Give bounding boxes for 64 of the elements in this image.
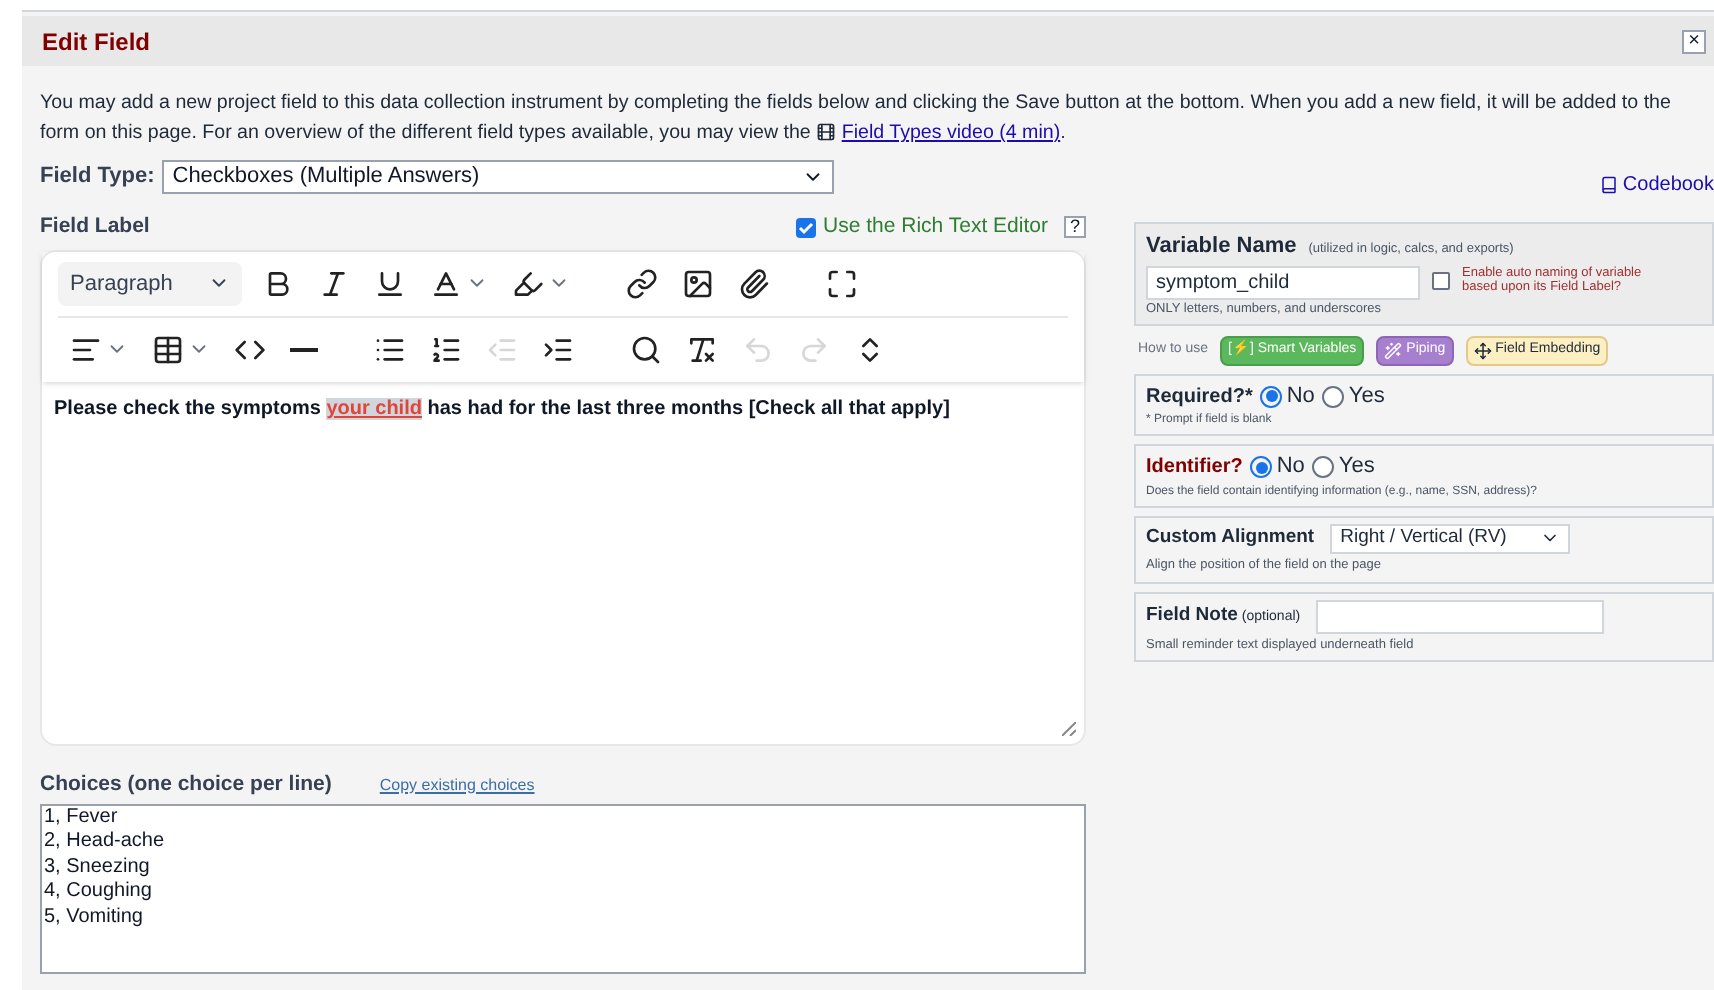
- auto-name-checkbox[interactable]: [1432, 271, 1450, 289]
- codebook-link[interactable]: Codebook: [1622, 170, 1714, 200]
- choice-line: 2, Head-ache: [44, 830, 167, 855]
- radio-button[interactable]: [1250, 456, 1273, 478]
- field-note-field[interactable]: [1316, 599, 1605, 633]
- choice-line: 4, Coughing: [44, 880, 154, 905]
- wand-icon: [1384, 342, 1403, 360]
- rte-label: Use the Rich Text Editor: [823, 212, 1048, 242]
- underline-icon: [374, 267, 406, 300]
- field-label-heading: Field Label: [40, 212, 150, 242]
- check-icon: [797, 219, 814, 236]
- align-icon: [70, 333, 102, 366]
- close-button[interactable]: ×: [1682, 29, 1706, 53]
- variable-name-field[interactable]: symptom_child: [1146, 265, 1420, 299]
- highlight-icon: [512, 267, 544, 300]
- choice-line: 1, Fever: [44, 805, 120, 830]
- radio-button[interactable]: [1260, 385, 1283, 407]
- copy-choices-link[interactable]: Copy existing choices: [379, 773, 535, 798]
- bullets-icon: [374, 333, 406, 366]
- radio-button[interactable]: [1322, 385, 1345, 407]
- redo-icon: [798, 333, 830, 366]
- link-icon: [626, 267, 658, 300]
- image-icon: [682, 267, 714, 300]
- alignment-label: Custom Alignment: [1146, 524, 1315, 553]
- rich-text-editor[interactable]: Paragraph Please check the symptoms your child has had for the last three months [Check all that apply]: [40, 249, 1086, 746]
- radio-label: Yes: [1348, 381, 1385, 412]
- identifier-label: Identifier?: [1146, 454, 1243, 482]
- alignment-select[interactable]: Right / Vertical (RV): [1330, 523, 1571, 554]
- outdent-icon: [486, 333, 518, 366]
- field-note-label: Field Note: [1146, 601, 1238, 630]
- panel-title: Edit Field: [42, 25, 150, 59]
- rule-icon: [290, 347, 318, 352]
- attach-icon: [738, 267, 770, 300]
- video-link[interactable]: Field Types video (4 min): [841, 122, 1061, 144]
- variable-label: Variable Name: [1146, 232, 1297, 262]
- indent-icon: [542, 333, 574, 366]
- numbers-icon: [430, 333, 462, 366]
- radio-label: Yes: [1338, 452, 1375, 483]
- rte-checkbox[interactable]: [795, 217, 816, 238]
- block-format-select[interactable]: Paragraph: [58, 261, 242, 306]
- film-icon: [816, 122, 837, 143]
- choices-label: Choices (one choice per line): [40, 769, 332, 800]
- clear-icon: [686, 333, 718, 366]
- field-label-text: Please check the symptoms your child has had for the last three months [Check all that apply]: [52, 395, 952, 424]
- text-color-icon: [430, 267, 462, 300]
- choices-textarea[interactable]: 1, Fever 2, Head-ache 3, Sneezing 4, Coughing 5, Vomiting: [40, 803, 1086, 973]
- undo-icon: [742, 333, 774, 366]
- search-icon: [630, 333, 662, 366]
- book-icon: [1600, 176, 1619, 194]
- radio-label: No: [1276, 452, 1305, 483]
- required-label: Required?*: [1146, 383, 1253, 411]
- help-button[interactable]: ?: [1063, 216, 1086, 239]
- choice-line: 5, Vomiting: [44, 905, 145, 930]
- table-icon: [152, 333, 184, 366]
- italic-icon: [318, 267, 350, 300]
- move-icon: [1473, 342, 1492, 360]
- resize-handle-icon[interactable]: [1062, 721, 1076, 736]
- radio-button[interactable]: [1312, 456, 1335, 478]
- fullscreen-icon: [826, 267, 858, 300]
- radio-label: No: [1286, 381, 1315, 412]
- intro-text: You may add a new project field to this data collection instrument by completing the fields below and clicking the Save button at the bottom. When you add a new field, it will be added to the form on this page. For an overview of the different field types available, you may view the Field Types video (4 min).: [38, 90, 1673, 148]
- field-type-label: Field Type:: [40, 162, 155, 193]
- field-type-select[interactable]: Checkboxes (Multiple Answers): [162, 160, 835, 194]
- choice-line: 3, Sneezing: [44, 855, 152, 880]
